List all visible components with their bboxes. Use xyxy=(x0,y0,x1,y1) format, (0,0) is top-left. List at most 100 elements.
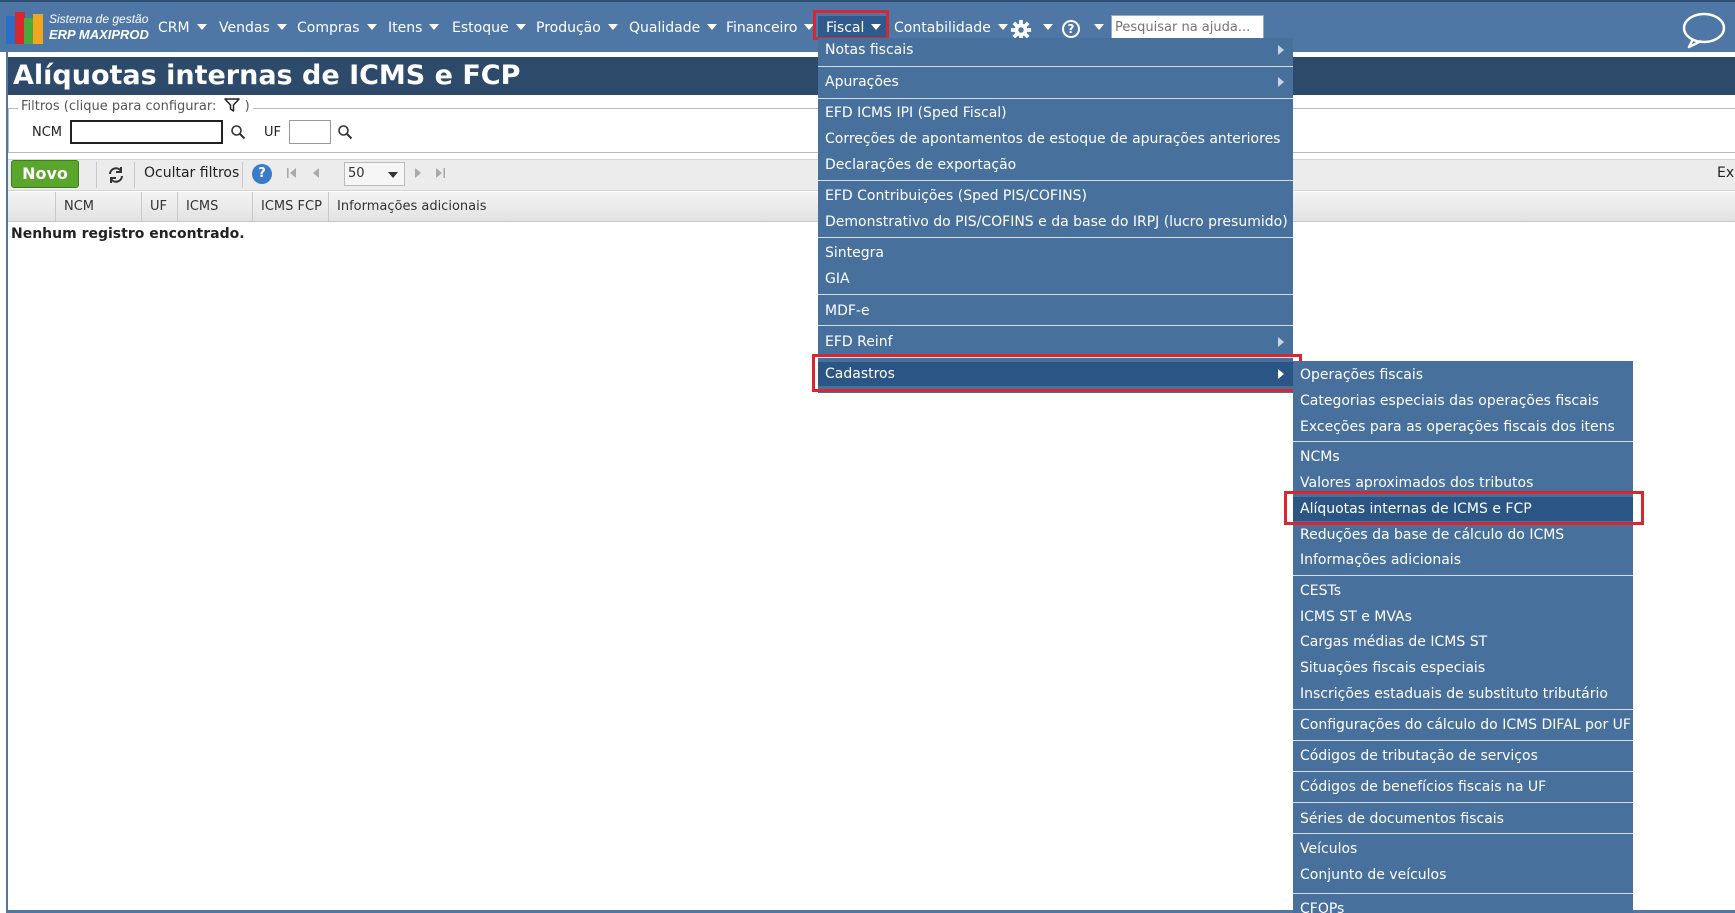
next-page-icon[interactable] xyxy=(412,166,424,180)
menu-item-cests[interactable]: CESTs xyxy=(1293,579,1633,603)
column-ncm[interactable]: NCM xyxy=(55,192,141,222)
menu-divider xyxy=(818,237,1293,238)
menu-divider xyxy=(818,357,1293,358)
menu-divider xyxy=(1293,441,1633,442)
chevron-right-icon xyxy=(1278,45,1284,55)
chevron-down-icon xyxy=(997,24,1008,30)
chevron-down-icon xyxy=(515,24,526,30)
app-logo[interactable]: Sistema de gestão ERP MAXIPROD xyxy=(6,10,149,46)
menu-item-gia[interactable]: GIA xyxy=(818,267,1293,291)
menu-item-cfops[interactable]: CFOPs xyxy=(1293,897,1633,913)
column-icms-fcp[interactable]: ICMS FCP xyxy=(252,192,328,222)
column-informacoes-adicionais[interactable]: Informações adicionais xyxy=(328,192,828,222)
menu-item-icms-difal[interactable]: Configurações do cálculo do ICMS DIFAL p… xyxy=(1293,713,1633,737)
empty-table-message: Nenhum registro encontrado. xyxy=(11,226,245,242)
nav-contabilidade[interactable]: Contabilidade xyxy=(894,16,1008,40)
chevron-down-icon xyxy=(707,24,718,30)
menu-divider xyxy=(1293,709,1633,710)
last-page-icon[interactable] xyxy=(434,166,446,180)
chevron-down-icon xyxy=(429,24,440,30)
menu-item-conjunto-veiculos[interactable]: Conjunto de veículos xyxy=(1293,863,1633,887)
nav-vendas[interactable]: Vendas xyxy=(219,16,287,40)
menu-item-correcoes-apontamentos[interactable]: Correções de apontamentos de estoque de … xyxy=(818,127,1293,151)
menu-item-operacoes-fiscais[interactable]: Operações fiscais xyxy=(1293,363,1633,387)
nav-fiscal[interactable]: Fiscal xyxy=(818,16,890,40)
fiscal-dropdown-menu: Notas fiscais Apurações EFD ICMS IPI (Sp… xyxy=(818,38,1293,393)
menu-item-ncms[interactable]: NCMs xyxy=(1293,445,1633,469)
menu-item-aliquotas-internas[interactable]: Alíquotas internas de ICMS e FCP xyxy=(1293,497,1633,521)
menu-item-reducoes-base[interactable]: Reduções da base de cálculo do ICMS xyxy=(1293,523,1633,547)
menu-item-efd-contribuicoes[interactable]: EFD Contribuições (Sped PIS/COFINS) xyxy=(818,184,1293,208)
ncm-label: NCM xyxy=(32,125,63,140)
nav-compras[interactable]: Compras xyxy=(297,16,377,40)
menu-item-demonstrativo-pis-cofins[interactable]: Demonstrativo do PIS/COFINS e da base do… xyxy=(818,210,1293,234)
nav-itens[interactable]: Itens xyxy=(388,16,440,40)
search-icon[interactable] xyxy=(230,124,246,140)
menu-item-veiculos[interactable]: Veículos xyxy=(1293,837,1633,861)
chevron-down-icon xyxy=(196,24,207,30)
menu-item-icms-st-mvas[interactable]: ICMS ST e MVAs xyxy=(1293,605,1633,629)
settings-chevron-icon[interactable] xyxy=(1043,24,1053,30)
menu-item-cargas-medias[interactable]: Cargas médias de ICMS ST xyxy=(1293,630,1633,654)
help-button[interactable]: ? xyxy=(252,164,272,184)
nav-qualidade[interactable]: Qualidade xyxy=(629,16,718,40)
hide-filters-button[interactable]: Ocultar filtros xyxy=(144,165,239,181)
menu-item-codigos-beneficios[interactable]: Códigos de benefícios fiscais na UF xyxy=(1293,775,1633,799)
menu-item-mdf-e[interactable]: MDF-e xyxy=(818,299,1293,323)
menu-item-categorias-especiais[interactable]: Categorias especiais das operações fisca… xyxy=(1293,389,1633,413)
nav-crm[interactable]: CRM xyxy=(158,16,207,40)
page-size-select[interactable]: 50 xyxy=(344,162,405,186)
first-page-icon[interactable] xyxy=(286,166,298,180)
ncm-input[interactable] xyxy=(70,120,223,144)
help-search-input[interactable] xyxy=(1111,15,1264,40)
chat-bubble-icon[interactable] xyxy=(1681,11,1727,49)
nav-estoque[interactable]: Estoque xyxy=(452,16,526,40)
menu-divider xyxy=(818,180,1293,181)
menu-divider xyxy=(818,294,1293,295)
nav-producao[interactable]: Produção xyxy=(536,16,618,40)
funnel-icon[interactable] xyxy=(224,98,241,112)
filters-legend[interactable]: Filtros (clique para configurar: ) xyxy=(18,98,253,114)
menu-divider xyxy=(1293,575,1633,576)
menu-item-efd-reinf[interactable]: EFD Reinf xyxy=(818,330,1293,354)
menu-item-efd-icms-ipi[interactable]: EFD ICMS IPI (Sped Fiscal) xyxy=(818,101,1293,125)
menu-divider xyxy=(818,325,1293,326)
uf-input[interactable] xyxy=(289,120,331,144)
chevron-right-icon xyxy=(1278,337,1284,347)
refresh-icon[interactable] xyxy=(107,166,125,184)
chevron-right-icon xyxy=(1278,77,1284,87)
toolbar-divider xyxy=(96,162,97,188)
menu-item-excecoes-operacoes[interactable]: Exceções para as operações fiscais dos i… xyxy=(1293,415,1633,439)
logo-subtitle: Sistema de gestão xyxy=(49,12,149,26)
menu-item-cadastros[interactable]: Cadastros xyxy=(818,362,1293,386)
uf-label: UF xyxy=(264,125,281,140)
search-icon[interactable] xyxy=(337,124,353,140)
column-uf[interactable]: UF xyxy=(141,192,177,222)
toolbar-divider xyxy=(242,162,243,188)
menu-item-notas-fiscais[interactable]: Notas fiscais xyxy=(818,38,1293,62)
help-chevron-icon[interactable] xyxy=(1094,24,1104,30)
menu-item-valores-aproximados[interactable]: Valores aproximados dos tributos xyxy=(1293,471,1633,495)
novo-button[interactable]: Novo xyxy=(11,160,79,188)
menu-item-situacoes-fiscais[interactable]: Situações fiscais especiais xyxy=(1293,656,1633,680)
menu-item-apuracoes[interactable]: Apurações xyxy=(818,70,1293,94)
chevron-down-icon xyxy=(871,24,882,30)
menu-item-declaracoes-exportacao[interactable]: Declarações de exportação xyxy=(818,153,1293,177)
menu-divider xyxy=(818,66,1293,67)
nav-financeiro[interactable]: Financeiro xyxy=(726,16,815,40)
menu-item-codigos-tributacao[interactable]: Códigos de tributação de serviços xyxy=(1293,744,1633,768)
export-button[interactable]: Ex xyxy=(1717,165,1735,181)
column-icms[interactable]: ICMS xyxy=(177,192,252,222)
chevron-down-icon xyxy=(366,24,377,30)
menu-item-sintegra[interactable]: Sintegra xyxy=(818,241,1293,265)
chevron-right-icon xyxy=(1278,369,1284,379)
chevron-down-icon xyxy=(804,24,815,30)
question-icon[interactable]: ? xyxy=(1062,20,1080,38)
prev-page-icon[interactable] xyxy=(310,166,322,180)
menu-item-series-documentos[interactable]: Séries de documentos fiscais xyxy=(1293,807,1633,831)
menu-item-inscricoes-estaduais[interactable]: Inscrições estaduais de substituto tribu… xyxy=(1293,682,1633,706)
logo-icon xyxy=(6,12,44,44)
logo-title: ERP MAXIPROD xyxy=(49,27,149,42)
menu-divider xyxy=(1293,740,1633,741)
menu-item-informacoes-adicionais[interactable]: Informações adicionais xyxy=(1293,548,1633,572)
